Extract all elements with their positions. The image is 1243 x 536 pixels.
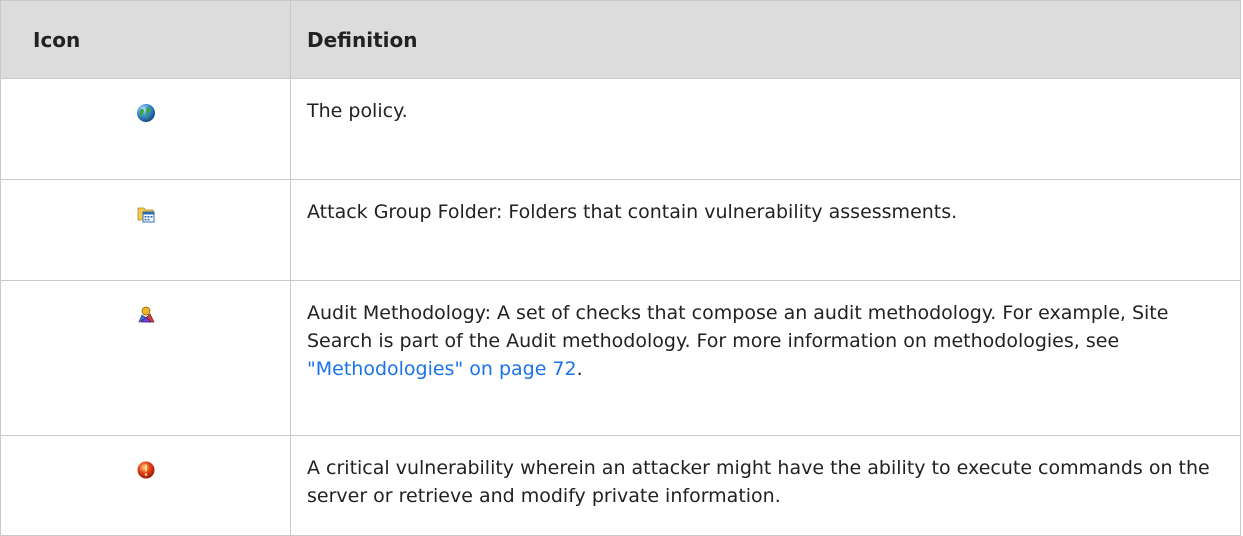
definition-cell: Audit Methodology: A set of checks that … xyxy=(290,280,1241,436)
definition-cell: Attack Group Folder: Folders that contai… xyxy=(290,179,1241,281)
attack-group-folder-icon xyxy=(137,207,154,223)
globe-icon xyxy=(136,104,155,122)
definition-text: Audit Methodology: A set of checks that … xyxy=(307,302,1169,352)
table-row: Audit Methodology: A set of checks that … xyxy=(0,280,1241,436)
icon-definition-table: Icon Definition The policy. Attack Group… xyxy=(0,0,1241,536)
table-row: Attack Group Folder: Folders that contai… xyxy=(0,179,1241,281)
icon-cell xyxy=(0,280,291,436)
definition-suffix: . xyxy=(576,358,583,380)
icon-cell xyxy=(0,435,291,536)
table-header-row: Icon Definition xyxy=(0,0,1241,79)
icon-cell xyxy=(0,179,291,281)
definition-cell: The policy. xyxy=(290,78,1241,180)
icon-cell xyxy=(0,78,291,180)
definition-column-header: Definition xyxy=(290,0,1241,79)
table-row: The policy. xyxy=(0,78,1241,180)
methodologies-link[interactable]: "Methodologies" on page 72 xyxy=(307,358,577,380)
icon-column-header: Icon xyxy=(0,0,291,79)
table-row: A critical vulnerability wherein an atta… xyxy=(0,435,1241,536)
audit-methodology-icon xyxy=(137,306,155,323)
critical-vulnerability-icon xyxy=(137,461,154,479)
definition-cell: A critical vulnerability wherein an atta… xyxy=(290,435,1241,536)
